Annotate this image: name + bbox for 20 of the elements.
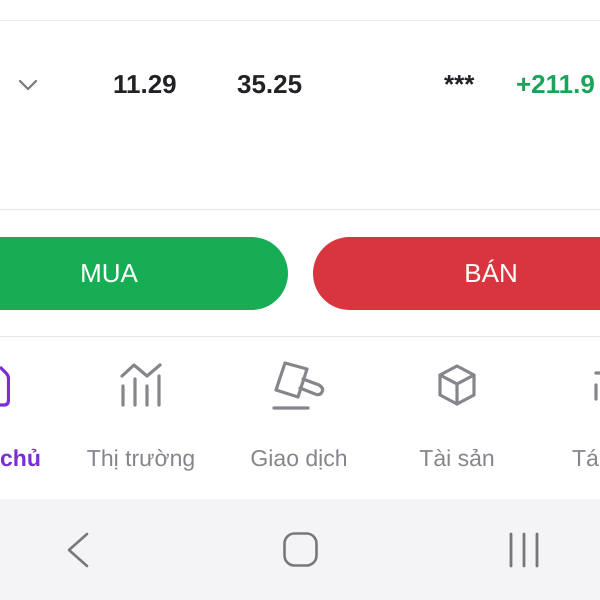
sell-button[interactable]: BÁN bbox=[313, 236, 600, 310]
nav-tab[interactable]: Thị trường bbox=[86, 444, 196, 472]
chart-icon bbox=[119, 361, 163, 407]
nav-tab[interactable]: Tá bbox=[572, 444, 599, 472]
table-cell: 35.25 bbox=[237, 69, 302, 99]
table-cell: 11.29 bbox=[113, 69, 177, 99]
gavel-icon bbox=[272, 361, 326, 411]
profit-value: +211.9 bbox=[516, 69, 595, 99]
cube-icon bbox=[437, 364, 477, 406]
home-icon[interactable] bbox=[283, 532, 318, 567]
table-cell: *** bbox=[444, 69, 474, 99]
nav-tab[interactable]: Tài sản bbox=[419, 444, 495, 472]
chevron-down-icon[interactable] bbox=[18, 79, 38, 91]
cut-off-icon bbox=[594, 371, 600, 401]
house-icon bbox=[0, 365, 10, 407]
recent-apps-icon[interactable] bbox=[508, 532, 540, 568]
nav-tab[interactable]: Giao dịch bbox=[250, 444, 348, 472]
nav-tab[interactable]: chủ bbox=[0, 444, 41, 472]
buy-button[interactable]: MUA bbox=[0, 236, 288, 310]
back-icon[interactable] bbox=[66, 532, 90, 568]
